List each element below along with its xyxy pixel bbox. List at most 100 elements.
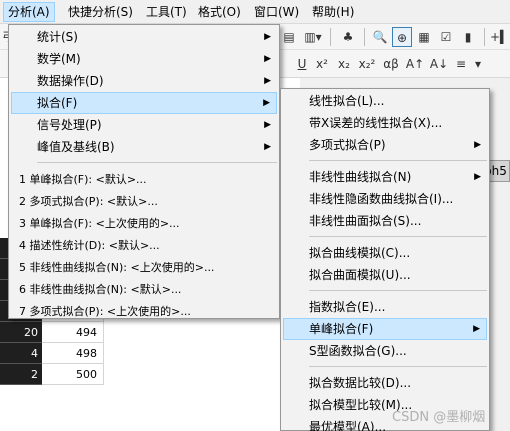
table-cell[interactable]: 494 — [42, 322, 104, 343]
align-dropdown-button[interactable]: ▾ — [472, 54, 484, 74]
analysis-menu-item-label: 信号处理(P) — [37, 118, 102, 132]
fit-submenu-item[interactable]: 拟合数据比较(D)... — [283, 372, 487, 394]
analysis-menu-item-label: 统计(S) — [37, 30, 78, 44]
recent-fit-item[interactable]: 6 非线性曲线拟合(N): <默认>... — [11, 278, 277, 300]
fit-submenu-item[interactable]: 单峰拟合(F) ▶ — [283, 318, 487, 340]
fit-submenu-item[interactable]: 非线性隐函数曲线拟合(I)... — [283, 188, 487, 210]
menu-separator — [37, 162, 277, 163]
greek-button[interactable]: αβ — [380, 54, 402, 74]
fit-submenu-item-label: 单峰拟合(F) — [309, 322, 374, 336]
font-increase-button[interactable]: A↑ — [404, 54, 426, 74]
menubar: 分析(A) 快捷分析(S) 工具(T) 格式(O) 窗口(W) 帮助(H) — [0, 0, 510, 24]
table-cell[interactable]: 498 — [42, 343, 104, 364]
submenu-arrow-icon: ▶ — [264, 120, 271, 130]
add-icon[interactable]: +▍ — [490, 27, 509, 47]
fit-submenu-item[interactable]: 线性拟合(L)... — [283, 90, 487, 112]
underline-button[interactable]: U — [294, 54, 310, 74]
menu-tools[interactable]: 工具(T) — [142, 2, 191, 22]
supsub-button[interactable]: x₂² — [356, 54, 378, 74]
recent-fit-item[interactable]: 3 单峰拟合(F): <上次使用的>... — [11, 212, 277, 234]
submenu-arrow-icon: ▶ — [474, 140, 481, 150]
analysis-menu-item[interactable]: 拟合(F) ▶ — [11, 92, 277, 114]
analysis-menu-item-label: 拟合(F) — [37, 96, 78, 110]
template-icon[interactable]: ▥▾ — [302, 27, 324, 47]
zoom-region-icon[interactable]: ⊕ — [392, 27, 412, 47]
row-header[interactable]: 20 — [0, 322, 42, 343]
fit-submenu-item[interactable]: 多项式拟合(P) ▶ — [283, 134, 487, 156]
fit-submenu-item-label: 多项式拟合(P) — [309, 138, 386, 152]
tree-icon[interactable]: ♣ — [338, 27, 358, 47]
analysis-menu-item[interactable]: 峰值及基线(B) ▶ — [11, 136, 277, 158]
table-icon[interactable]: ▦ — [414, 27, 434, 47]
fit-submenu-item-label: 非线性曲面拟合(S)... — [309, 214, 422, 228]
analysis-menu-item[interactable]: 信号处理(P) ▶ — [11, 114, 277, 136]
menu-help[interactable]: 帮助(H) — [308, 2, 358, 22]
fit-submenu-item-label: 最优模型(A)... — [309, 420, 387, 431]
menu-window[interactable]: 窗口(W) — [250, 2, 303, 22]
superscript-button[interactable]: x² — [312, 54, 332, 74]
fit-submenu-item-label: 非线性曲线拟合(N) — [309, 170, 412, 184]
fit-submenu-item[interactable]: 非线性曲面拟合(S)... — [283, 210, 487, 232]
analysis-menu-item-label: 数据操作(D) — [37, 74, 104, 88]
fit-submenu-item-label: 指数拟合(E)... — [309, 300, 386, 314]
fit-submenu-item[interactable]: 指数拟合(E)... — [283, 296, 487, 318]
fit-submenu-item-label: S型函数拟合(G)... — [309, 344, 407, 358]
analysis-menu-item[interactable]: 统计(S) ▶ — [11, 26, 277, 48]
analysis-menu-item-label: 数学(M) — [37, 52, 81, 66]
fit-submenu-item-label: 带X误差的线性拟合(X)... — [309, 116, 443, 130]
analysis-menu-item-label: 峰值及基线(B) — [37, 140, 115, 154]
submenu-arrow-icon: ▶ — [263, 98, 270, 108]
toolbar-separator — [484, 28, 485, 46]
fit-submenu-item-label: 非线性隐函数曲线拟合(I)... — [309, 192, 454, 206]
menu-format[interactable]: 格式(O) — [194, 2, 245, 22]
fit-submenu-item[interactable]: 拟合曲面模拟(U)... — [283, 264, 487, 286]
fit-submenu-item-label: 拟合数据比较(D)... — [309, 376, 412, 390]
menu-separator — [309, 160, 487, 161]
chart-icon[interactable]: ▮ — [458, 27, 478, 47]
recent-fit-item-label: 2 多项式拟合(P): <默认>... — [19, 195, 158, 208]
watermark: CSDN @墨柳烟 — [392, 410, 486, 425]
submenu-arrow-icon: ▶ — [264, 54, 271, 64]
font-decrease-button[interactable]: A↓ — [428, 54, 450, 74]
analysis-menu-item[interactable]: 数学(M) ▶ — [11, 48, 277, 70]
analysis-menu: 统计(S) ▶ 数学(M) ▶ 数据操作(D) ▶ 拟合(F) ▶ 信号处理(P) ▶ 峰值及基线(… — [8, 24, 280, 319]
fit-submenu-item-label: 拟合曲面模拟(U)... — [309, 268, 411, 282]
recent-fit-item[interactable]: 4 描述性统计(D): <默认>... — [11, 234, 277, 256]
fit-submenu-item-label: 拟合曲线模拟(C)... — [309, 246, 411, 260]
submenu-arrow-icon: ▶ — [264, 142, 271, 152]
fit-submenu-item[interactable]: S型函数拟合(G)... — [283, 340, 487, 362]
recent-fit-item-label: 6 非线性曲线拟合(N): <默认>... — [19, 283, 182, 296]
submenu-arrow-icon: ▶ — [473, 324, 480, 334]
menu-separator — [309, 236, 487, 237]
recent-fit-item-label: 7 多项式拟合(P): <上次使用的>... — [19, 305, 191, 318]
recent-fit-item[interactable]: 2 多项式拟合(P): <默认>... — [11, 190, 277, 212]
zoom-icon[interactable]: 🔍 — [370, 27, 390, 47]
submenu-arrow-icon: ▶ — [474, 172, 481, 182]
grid-table-icon[interactable]: ▤ — [280, 27, 298, 47]
subscript-button[interactable]: x₂ — [334, 54, 354, 74]
fit-submenu: 线性拟合(L)... 带X误差的线性拟合(X)... 多项式拟合(P) ▶ 非线性曲线拟… — [280, 88, 490, 431]
table-cell[interactable]: 500 — [42, 364, 104, 385]
submenu-arrow-icon: ▶ — [264, 76, 271, 86]
recent-fit-item-label: 5 非线性曲线拟合(N): <上次使用的>... — [19, 261, 215, 274]
recent-fit-item[interactable]: 5 非线性曲线拟合(N): <上次使用的>... — [11, 256, 277, 278]
recent-fit-item-label: 1 单峰拟合(F): <默认>... — [19, 173, 147, 186]
fit-submenu-item[interactable]: 拟合曲线模拟(C)... — [283, 242, 487, 264]
form-icon[interactable]: ☑ — [436, 27, 456, 47]
align-button[interactable]: ≡ — [452, 54, 470, 74]
recent-fit-item[interactable]: 7 多项式拟合(P): <上次使用的>... — [11, 300, 277, 322]
recent-fit-item-label: 4 描述性统计(D): <默认>... — [19, 239, 160, 252]
recent-fit-item-label: 3 单峰拟合(F): <上次使用的>... — [19, 217, 180, 230]
toolbar-separator — [364, 28, 365, 46]
menu-quick-analysis[interactable]: 快捷分析(S) — [64, 2, 137, 22]
menu-separator — [309, 366, 487, 367]
row-header[interactable]: 4 — [0, 343, 42, 364]
menu-analysis[interactable]: 分析(A) — [3, 2, 55, 22]
fit-submenu-item[interactable]: 带X误差的线性拟合(X)... — [283, 112, 487, 134]
analysis-menu-item[interactable]: 数据操作(D) ▶ — [11, 70, 277, 92]
recent-fit-item[interactable]: 1 单峰拟合(F): <默认>... — [11, 168, 277, 190]
menu-separator — [309, 290, 487, 291]
fit-submenu-item[interactable]: 非线性曲线拟合(N) ▶ — [283, 166, 487, 188]
row-header[interactable]: 2 — [0, 364, 42, 385]
submenu-arrow-icon: ▶ — [264, 32, 271, 42]
